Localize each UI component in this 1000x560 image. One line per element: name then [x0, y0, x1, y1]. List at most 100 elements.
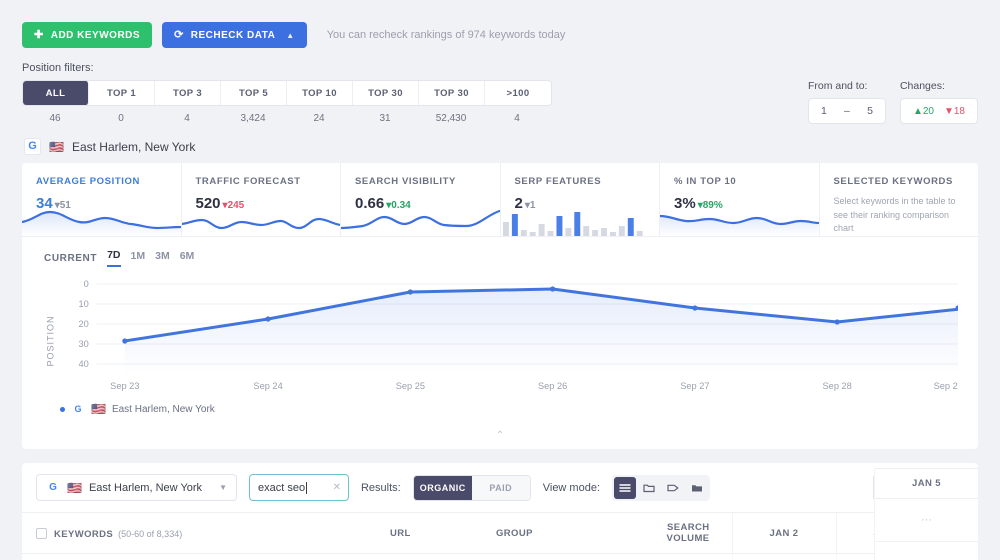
- date-column-jan-5: JAN 5 ··· ···: [874, 468, 978, 560]
- header-url[interactable]: URL: [390, 512, 496, 554]
- position-filter-top30[interactable]: TOP 30: [353, 81, 419, 105]
- count-top5: 3,424: [240, 113, 266, 124]
- position-filter-over100[interactable]: >100: [485, 81, 551, 105]
- header-keywords[interactable]: KEYWORDS (50-60 of 8,334): [22, 512, 332, 554]
- table-row[interactable]: bill o reilly foxnews.com ∞ ▢ ∞ General …: [22, 553, 978, 560]
- position-filter-group: ALL TOP 1 TOP 3 TOP 5 TOP 10 TOP 30 TOP …: [22, 80, 552, 124]
- top-action-bar: ✚ ADD KEYWORDS ⟳ RECHECK DATA ▲ You can …: [0, 0, 1000, 48]
- cell-rank-jan-5: ···: [875, 499, 978, 542]
- position-filter-top5[interactable]: TOP 5: [221, 81, 287, 105]
- svg-text:Sep 28: Sep 28: [823, 381, 852, 391]
- x-axis-ticks: Sep 23 Sep 24 Sep 25 Sep 26 Sep 27 Sep 28 Se…: [110, 381, 958, 391]
- chart-area-fill: [124, 289, 958, 375]
- card-title: % IN TOP 10: [674, 176, 737, 187]
- y-axis-label: POSITION: [46, 316, 56, 367]
- position-line-chart[interactable]: POSITION 0 10 20 30 40 Sep 23 Sep 24 Sep…: [22, 267, 978, 402]
- svg-text:0: 0: [84, 279, 89, 289]
- card-title: AVERAGE POSITION: [36, 176, 140, 187]
- card-average-position[interactable]: AVERAGE POSITION 34 ▾51: [22, 163, 182, 236]
- list-icon[interactable]: [614, 476, 637, 499]
- svg-text:Sep 27: Sep 27: [680, 381, 709, 391]
- svg-text:Sep 23: Sep 23: [110, 381, 139, 391]
- location-select[interactable]: G 🇺🇸 East Harlem, New York ▼: [36, 474, 237, 501]
- position-filter-top3[interactable]: TOP 3: [155, 81, 221, 105]
- location-select-value: East Harlem, New York: [88, 481, 203, 494]
- cell-rank-jan-2: 1: [731, 553, 836, 560]
- card-note: Select keywords in the table to see thei…: [833, 196, 956, 233]
- position-chart-panel: CURRENT 7D 1M 3M 6M POSITION 0 10 20 30 …: [22, 237, 978, 449]
- legend-label: East Harlem, New York: [111, 403, 215, 415]
- tab-7d[interactable]: 7D: [107, 249, 121, 267]
- changes-down[interactable]: ▼18: [944, 106, 965, 117]
- position-filter-top1[interactable]: TOP 1: [89, 81, 155, 105]
- plus-icon: ✚: [34, 28, 44, 41]
- chevron-up-icon[interactable]: ▲: [286, 31, 294, 40]
- sparkline-search-visibility: [341, 206, 500, 236]
- google-icon: G: [46, 480, 60, 495]
- view-mode-group: [612, 474, 711, 501]
- us-flag-icon: 🇺🇸: [91, 402, 106, 416]
- tab-3m[interactable]: 3M: [155, 250, 170, 266]
- svg-text:Sep 29: Sep 29: [934, 381, 958, 391]
- range-to-input[interactable]: 5: [867, 105, 873, 117]
- chart-legend[interactable]: G 🇺🇸 East Harlem, New York: [22, 402, 978, 426]
- count-all: 46: [49, 113, 61, 124]
- range-dash: –: [844, 105, 850, 117]
- range-filter-box[interactable]: 1 – 5: [807, 98, 886, 124]
- keywords-count: (50-60 of 8,334): [118, 528, 183, 539]
- card-traffic-forecast[interactable]: TRAFFIC FORECAST 520 ▾245: [181, 163, 341, 236]
- metric-cards: AVERAGE POSITION 34 ▾51 TRAFFIC FORECAST …: [22, 163, 978, 237]
- keywords-table-card: G 🇺🇸 East Harlem, New York ▼ exact seo ✕…: [22, 463, 978, 560]
- svg-text:40: 40: [78, 359, 88, 369]
- cell-search-volume: ✎1.3K: [628, 553, 732, 560]
- range-filter: From and to: 1 – 5: [807, 80, 886, 124]
- count-top30: 31: [379, 113, 391, 124]
- position-filter-top10[interactable]: TOP 10: [287, 81, 353, 105]
- header-date-jan-5[interactable]: JAN 5: [875, 468, 978, 499]
- count-top3: 4: [184, 113, 190, 124]
- recheck-data-button[interactable]: ⟳ RECHECK DATA ▲: [162, 22, 307, 48]
- card-title: TRAFFIC FORECAST: [195, 176, 301, 187]
- folder-filled-icon[interactable]: [686, 477, 708, 499]
- tab-6m[interactable]: 6M: [180, 250, 195, 266]
- add-keywords-label: ADD KEYWORDS: [50, 29, 141, 41]
- count-over100: 4: [514, 113, 520, 124]
- header-search-volume[interactable]: SEARCH VOLUME: [628, 512, 732, 554]
- select-all-checkbox[interactable]: [36, 527, 47, 539]
- position-filter-top30b[interactable]: TOP 30: [419, 81, 485, 105]
- tag-icon[interactable]: [662, 477, 684, 499]
- cell-keyword: bill o reilly foxnews.com ∞ ▢: [22, 553, 332, 560]
- range-from-input[interactable]: 1: [821, 105, 827, 117]
- tab-paid[interactable]: PAID: [471, 475, 530, 500]
- y-axis-ticks: 0 10 20 30 40: [78, 279, 88, 369]
- position-filter-all[interactable]: ALL: [23, 81, 89, 105]
- tab-1m[interactable]: 1M: [131, 250, 146, 266]
- folder-outline-icon[interactable]: [638, 477, 660, 499]
- view-mode-label: View mode:: [542, 481, 601, 494]
- seo-rank-tracker-page: ✚ ADD KEYWORDS ⟳ RECHECK DATA ▲ You can …: [0, 0, 1000, 560]
- table-header-row: KEYWORDS (50-60 of 8,334) URL GROUP SEARC…: [22, 512, 978, 554]
- card-percent-in-top-10[interactable]: % IN TOP 10 3% ▾89%: [660, 163, 820, 236]
- svg-text:10: 10: [78, 299, 88, 309]
- right-filters: From and to: 1 – 5 Changes: ▲20 ▼18: [807, 80, 978, 124]
- tab-organic[interactable]: ORGANIC: [413, 475, 472, 500]
- collapse-chart-button[interactable]: ⌃: [22, 426, 978, 449]
- header-date-jan-2[interactable]: JAN 2: [731, 512, 836, 554]
- add-keywords-button[interactable]: ✚ ADD KEYWORDS: [22, 22, 153, 48]
- header-spacer: [332, 512, 390, 554]
- header-group[interactable]: GROUP: [496, 512, 628, 554]
- search-input[interactable]: exact seo ✕: [248, 474, 349, 501]
- clear-search-icon[interactable]: ✕: [333, 482, 341, 493]
- cell-url[interactable]: ∞: [390, 553, 496, 560]
- changes-up[interactable]: ▲20: [913, 106, 934, 117]
- card-title: SEARCH VISIBILITY: [355, 176, 456, 187]
- card-search-visibility[interactable]: SEARCH VISIBILITY 0.66 ▾0.34: [341, 163, 501, 236]
- position-filter-counts: 46 0 4 3,424 24 31 52,430 4: [22, 106, 552, 124]
- changes-filter-box[interactable]: ▲20 ▼18: [899, 98, 978, 124]
- results-label: Results:: [360, 481, 401, 494]
- card-serp-features[interactable]: SERP FEATURES 2 ▾1: [501, 163, 660, 236]
- location-header[interactable]: G 🇺🇸 East Harlem, New York: [0, 124, 1000, 163]
- recheck-note: You can recheck rankings of 974 keywords…: [326, 29, 566, 41]
- svg-text:Sep 25: Sep 25: [396, 381, 425, 391]
- recheck-data-label: RECHECK DATA: [190, 29, 276, 41]
